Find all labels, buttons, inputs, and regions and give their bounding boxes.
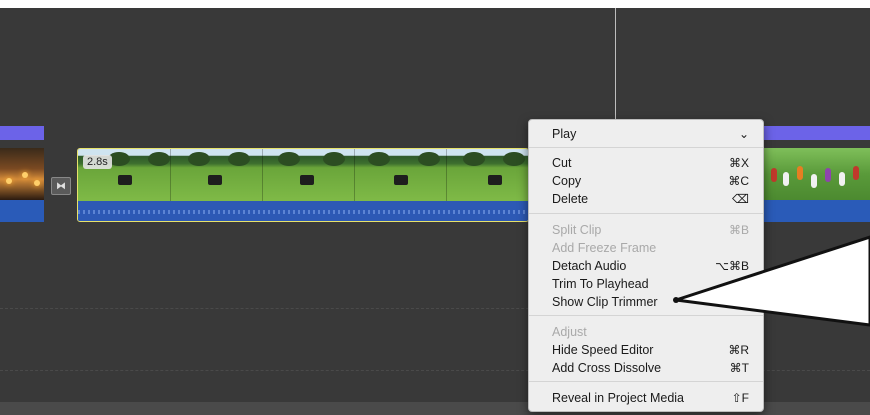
clip-duration-badge: 2.8s bbox=[83, 155, 112, 169]
window-top-edge bbox=[0, 0, 870, 8]
menu-item-add-cross-dissolve[interactable]: Add Cross Dissolve ⌘T bbox=[552, 359, 749, 376]
left-clip-thumbnail[interactable] bbox=[0, 148, 44, 200]
left-clip-audio[interactable] bbox=[0, 200, 44, 222]
clip-context-menu: Play ⌄ Cut ⌘X Copy ⌘C Delete ⌫ Split Clip ⌘B … bbox=[528, 119, 764, 412]
title-bar-left[interactable] bbox=[0, 126, 44, 140]
clip-audio-waveform[interactable] bbox=[78, 201, 528, 221]
menu-item-split-clip: Split Clip ⌘B bbox=[552, 222, 749, 237]
menu-item-show-clip-trimmer[interactable]: Show Clip Trimmer ⌘\ bbox=[552, 293, 749, 310]
menu-item-reveal-in-project-media[interactable]: Reveal in Project Media ⇧F bbox=[552, 389, 749, 406]
menu-item-trim-to-playhead[interactable]: Trim To Playhead ⌥/ bbox=[552, 275, 749, 292]
transition-icon[interactable]: ⧓ bbox=[51, 177, 71, 195]
title-bar-right[interactable] bbox=[763, 126, 870, 140]
menu-item-copy[interactable]: Copy ⌘C bbox=[552, 172, 749, 189]
menu-item-hide-speed-editor[interactable]: Hide Speed Editor ⌘R bbox=[552, 341, 749, 358]
menu-item-adjust: Adjust bbox=[552, 324, 587, 339]
right-clip-audio[interactable] bbox=[763, 200, 870, 222]
menu-item-play[interactable]: Play ⌄ bbox=[552, 125, 749, 142]
menu-item-cut[interactable]: Cut ⌘X bbox=[552, 154, 749, 171]
menu-item-add-freeze-frame: Add Freeze Frame bbox=[552, 240, 657, 255]
clip-filmstrip bbox=[78, 149, 528, 201]
right-clip-thumbnail[interactable] bbox=[763, 148, 870, 200]
selected-video-clip[interactable]: 2.8s bbox=[77, 148, 529, 222]
menu-item-delete[interactable]: Delete ⌫ bbox=[552, 190, 749, 207]
menu-item-detach-audio[interactable]: Detach Audio ⌥⌘B bbox=[552, 257, 749, 274]
